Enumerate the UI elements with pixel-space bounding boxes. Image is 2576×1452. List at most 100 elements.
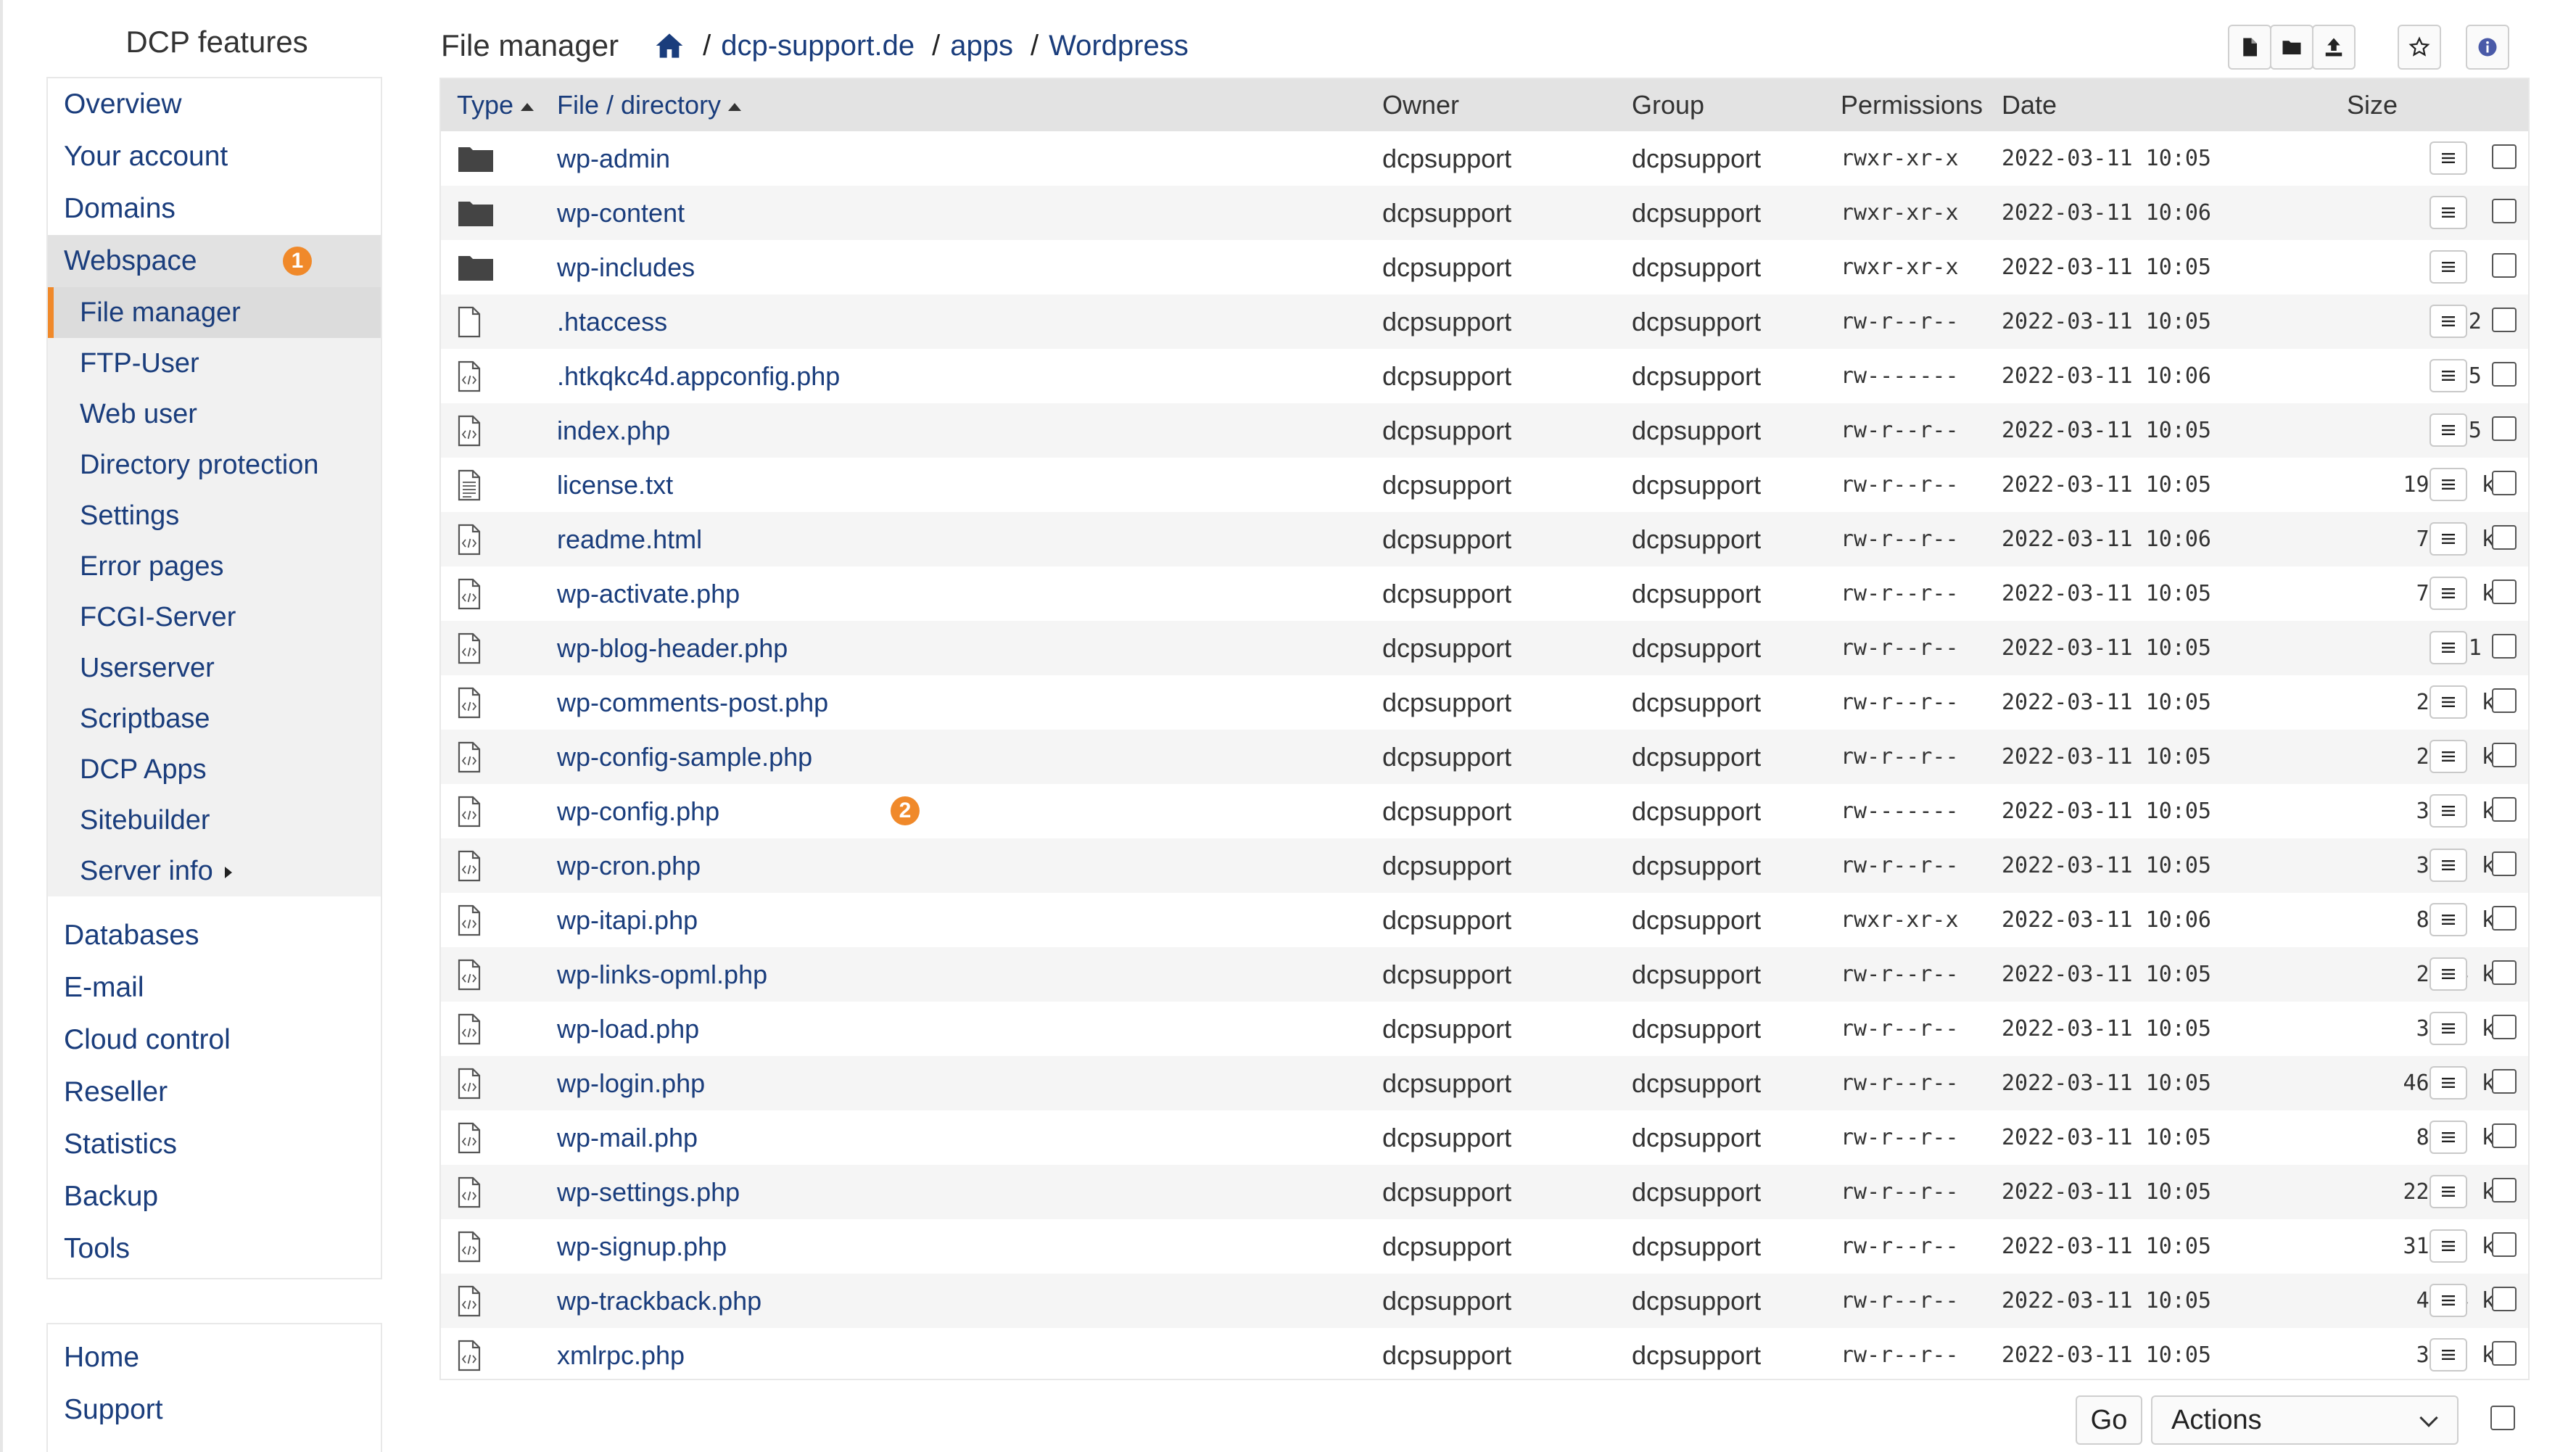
row-select-checkbox[interactable] [2492, 1015, 2517, 1039]
file-name-link[interactable]: wp-config.php [557, 784, 719, 838]
sidebar-sub-server-info[interactable]: Server info [48, 846, 381, 896]
file-name-link[interactable]: .htkqkc4d.appconfig.php [557, 349, 840, 403]
breadcrumb-wordpress[interactable]: Wordpress [1049, 30, 1189, 62]
table-row[interactable]: wp-settings.php dcpsupport dcpsupport rw-r-… [441, 1165, 2528, 1219]
favorite-button[interactable] [2398, 25, 2441, 70]
actions-select[interactable]: Actions [2151, 1395, 2459, 1445]
file-name-link[interactable]: xmlrpc.php [557, 1328, 685, 1382]
file-name-link[interactable]: wp-settings.php [557, 1165, 740, 1219]
new-file-button[interactable] [2228, 25, 2271, 70]
row-select-checkbox[interactable] [2492, 1123, 2517, 1148]
row-select-checkbox[interactable] [2492, 525, 2517, 550]
row-menu-button[interactable] [2430, 250, 2467, 284]
row-menu-button[interactable] [2430, 577, 2467, 610]
row-menu-button[interactable] [2430, 794, 2467, 828]
row-select-checkbox[interactable] [2492, 1069, 2517, 1094]
sidebar-sub-dcp-apps[interactable]: DCP Apps [48, 744, 381, 795]
table-row[interactable]: wp-load.php dcpsupport dcpsupport rw-r--r--… [441, 1002, 2528, 1056]
table-row[interactable]: readme.html dcpsupport dcpsupport rw-r--r--… [441, 512, 2528, 566]
row-menu-button[interactable] [2430, 413, 2467, 447]
sidebar-sub-ftp-user[interactable]: FTP-User [48, 338, 381, 389]
row-menu-button[interactable] [2430, 1284, 2467, 1317]
column-header-size[interactable]: Size [2347, 79, 2398, 131]
file-name-link[interactable]: wp-signup.php [557, 1219, 727, 1274]
file-name-link[interactable]: readme.html [557, 512, 702, 566]
table-row[interactable]: wp-activate.php dcpsupport dcpsupport rw-r-… [441, 566, 2528, 621]
row-menu-button[interactable] [2430, 1229, 2467, 1263]
sidebar-item-backup[interactable]: Backup [48, 1171, 381, 1223]
row-menu-button[interactable] [2430, 359, 2467, 392]
table-row[interactable]: license.txt dcpsupport dcpsupport rw-r--r--… [441, 458, 2528, 512]
row-menu-button[interactable] [2430, 740, 2467, 773]
row-select-checkbox[interactable] [2492, 797, 2517, 822]
file-name-link[interactable]: wp-links-opml.php [557, 947, 767, 1002]
row-menu-button[interactable] [2430, 305, 2467, 338]
row-menu-button[interactable] [2430, 1121, 2467, 1154]
column-header-group[interactable]: Group [1632, 79, 1704, 131]
breadcrumb-apps[interactable]: apps [950, 30, 1013, 62]
row-menu-button[interactable] [2430, 957, 2467, 991]
table-row[interactable]: .htkqkc4d.appconfig.php dcpsupport dcpsupp… [441, 349, 2528, 403]
row-select-checkbox[interactable] [2492, 199, 2517, 223]
sidebar-sub-settings[interactable]: Settings [48, 490, 381, 541]
table-row[interactable]: xmlrpc.php dcpsupport dcpsupport rw-r--r-- 2… [441, 1328, 2528, 1382]
column-header-type[interactable]: Type [457, 79, 534, 131]
row-select-checkbox[interactable] [2492, 634, 2517, 659]
row-select-checkbox[interactable] [2492, 1287, 2517, 1311]
sidebar-item-home[interactable]: Home [48, 1332, 381, 1384]
sidebar-item-reseller[interactable]: Reseller [48, 1066, 381, 1118]
table-row[interactable]: wp-admin dcpsupport dcpsupport rwxr-xr-x 202… [441, 131, 2528, 186]
table-row[interactable]: index.php dcpsupport dcpsupport rw-r--r-- 20… [441, 403, 2528, 458]
sidebar-sub-web-user[interactable]: Web user [48, 389, 381, 440]
row-menu-button[interactable] [2430, 1012, 2467, 1045]
file-name-link[interactable]: wp-admin [557, 131, 670, 186]
sidebar-item-statistics[interactable]: Statistics [48, 1118, 381, 1171]
table-row[interactable]: wp-includes dcpsupport dcpsupport rwxr-xr-x… [441, 240, 2528, 294]
row-menu-button[interactable] [2430, 903, 2467, 936]
file-name-link[interactable]: wp-comments-post.php [557, 675, 828, 730]
sidebar-sub-directory-protection[interactable]: Directory protection [48, 440, 381, 490]
sidebar-item-databases[interactable]: Databases [48, 909, 381, 962]
sidebar-sub-sitebuilder[interactable]: Sitebuilder [48, 795, 381, 846]
upload-button[interactable] [2312, 25, 2356, 70]
row-select-checkbox[interactable] [2492, 1341, 2517, 1366]
sidebar-item-support[interactable]: Support [48, 1384, 381, 1436]
new-folder-button[interactable] [2270, 25, 2313, 70]
file-name-link[interactable]: index.php [557, 403, 670, 458]
sidebar-sub-file-manager[interactable]: File manager [48, 287, 381, 338]
row-menu-button[interactable] [2430, 631, 2467, 664]
row-menu-button[interactable] [2430, 196, 2467, 229]
sidebar-item-cloud-control[interactable]: Cloud control [48, 1014, 381, 1066]
row-menu-button[interactable] [2430, 1175, 2467, 1208]
row-select-checkbox[interactable] [2492, 144, 2517, 169]
file-name-link[interactable]: wp-content [557, 186, 685, 240]
sidebar-item-webspace[interactable]: Webspace 1 [48, 235, 381, 287]
table-row[interactable]: wp-signup.php dcpsupport dcpsupport rw-r--r… [441, 1219, 2528, 1274]
go-button[interactable]: Go [2076, 1395, 2142, 1445]
sidebar-item-email[interactable]: E-mail [48, 962, 381, 1014]
table-row[interactable]: .htaccess dcpsupport dcpsupport rw-r--r-- 20… [441, 294, 2528, 349]
table-row[interactable]: wp-comments-post.php dcpsupport dcpsupport… [441, 675, 2528, 730]
row-select-checkbox[interactable] [2492, 851, 2517, 876]
column-header-date[interactable]: Date [2002, 79, 2057, 131]
file-name-link[interactable]: wp-mail.php [557, 1110, 698, 1165]
row-select-checkbox[interactable] [2492, 1178, 2517, 1203]
table-row[interactable]: wp-links-opml.php dcpsupport dcpsupport rw-… [441, 947, 2528, 1002]
column-header-permissions[interactable]: Permissions [1841, 79, 1983, 131]
row-select-checkbox[interactable] [2492, 688, 2517, 713]
row-select-checkbox[interactable] [2492, 471, 2517, 495]
breadcrumb-domain[interactable]: dcp-support.de [721, 30, 915, 62]
row-menu-button[interactable] [2430, 522, 2467, 556]
row-menu-button[interactable] [2430, 1338, 2467, 1371]
file-name-link[interactable]: .htaccess [557, 294, 667, 349]
file-name-link[interactable]: license.txt [557, 458, 673, 512]
table-row[interactable]: wp-itapi.php dcpsupport dcpsupport rwxr-xr-… [441, 893, 2528, 947]
sidebar-sub-fcgi-server[interactable]: FCGI-Server [48, 592, 381, 643]
row-select-checkbox[interactable] [2492, 416, 2517, 441]
table-row[interactable]: wp-content dcpsupport dcpsupport rwxr-xr-x 2… [441, 186, 2528, 240]
row-select-checkbox[interactable] [2492, 362, 2517, 387]
row-menu-button[interactable] [2430, 141, 2467, 175]
info-button[interactable] [2466, 25, 2509, 70]
row-select-checkbox[interactable] [2492, 906, 2517, 931]
table-row[interactable]: wp-config-sample.php dcpsupport dcpsupport… [441, 730, 2528, 784]
